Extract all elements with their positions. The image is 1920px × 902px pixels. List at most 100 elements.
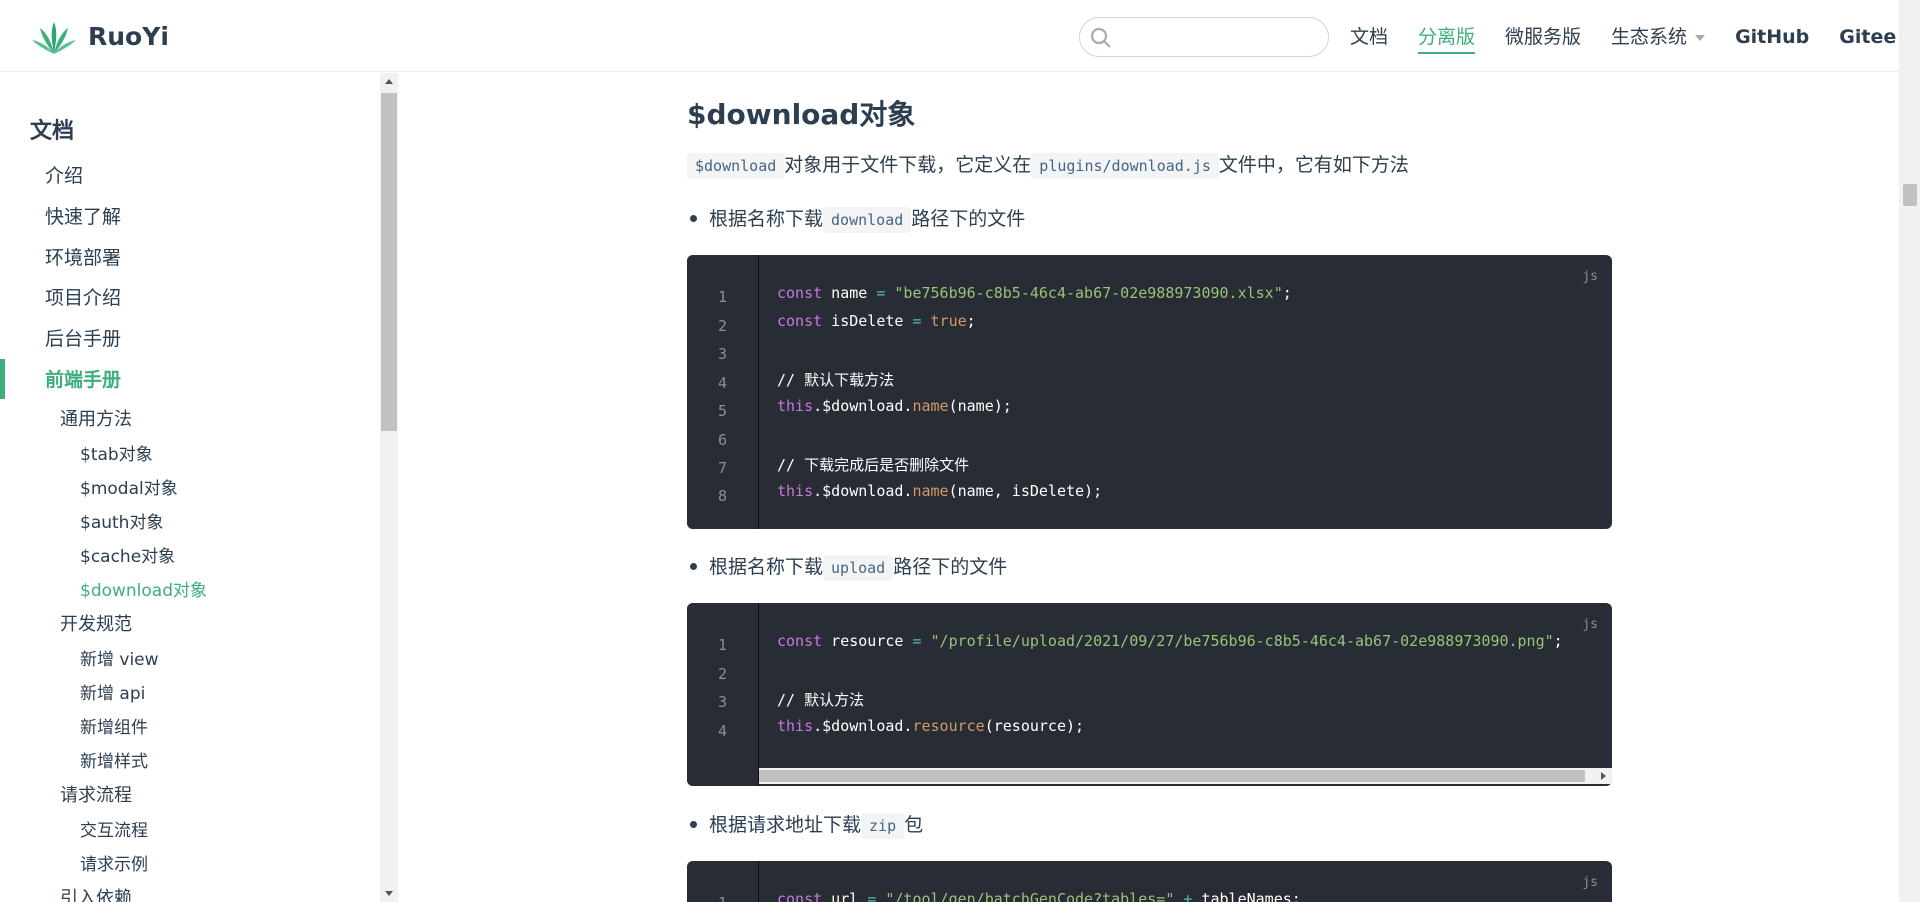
line-number: 3 xyxy=(717,693,727,711)
line-number-gutter: 1 2 3 4 5 6 7 8 xyxy=(687,255,759,529)
sidebar-item-request-flow[interactable]: 请求流程 xyxy=(60,781,132,807)
function: name xyxy=(912,482,949,500)
sidebar-item-auth-object[interactable]: $auth对象 xyxy=(80,508,163,533)
identifier: name xyxy=(822,284,877,302)
bullet-zip-download: 根据请求地址下载 zip 包 xyxy=(687,810,924,839)
code-block[interactable]: 1 2 3 4 5 6 7 8 js const name = "be756b9… xyxy=(687,255,1612,529)
sidebar-item-import-deps[interactable]: 引入依赖 xyxy=(60,884,132,902)
sidebar-item-download-object[interactable]: $download对象 xyxy=(80,576,207,601)
code-line: const isDelete = true; xyxy=(777,312,976,330)
page-title: $download对象 xyxy=(687,98,916,131)
nav-gitee[interactable]: Gitee xyxy=(1839,24,1896,52)
intro-text: 对象用于文件下载，它定义在 xyxy=(784,154,1032,176)
search-icon xyxy=(1090,27,1111,48)
code-scroll-thumb[interactable] xyxy=(759,770,1585,782)
args: (name, isDelete); xyxy=(948,482,1103,500)
bullet-text: 包 xyxy=(904,814,924,836)
sidebar-item-project-intro[interactable]: 项目介绍 xyxy=(45,283,121,310)
ruoyi-logo-icon[interactable] xyxy=(30,20,78,56)
sidebar-item-intro[interactable]: 介绍 xyxy=(45,161,83,188)
code-line: const resource = "/profile/upload/2021/0… xyxy=(777,632,1563,650)
page-scroll-thumb[interactable] xyxy=(1903,184,1917,206)
keyword: const xyxy=(777,890,823,902)
identifier: tableNames; xyxy=(1192,890,1301,902)
sidebar-item-dev-standards[interactable]: 开发规范 xyxy=(60,610,132,636)
line-number: 4 xyxy=(717,722,727,740)
args: (name); xyxy=(948,397,1012,415)
scroll-right-arrow-icon[interactable] xyxy=(1601,772,1606,780)
line-number: 2 xyxy=(717,665,727,683)
sidebar-scrollbar[interactable] xyxy=(380,73,398,902)
line-number: 1 xyxy=(717,288,727,306)
sidebar-scroll-thumb[interactable] xyxy=(381,93,397,431)
sidebar-item-new-view[interactable]: 新增 view xyxy=(80,645,159,670)
sidebar-item-cache-object[interactable]: $cache对象 xyxy=(80,542,175,567)
nav-microservice-edition[interactable]: 微服务版 xyxy=(1505,24,1581,52)
function: resource xyxy=(912,717,985,735)
line-number-gutter: 1 xyxy=(687,861,759,902)
bullet-text: 根据请求地址下载 xyxy=(709,814,862,836)
punct: ; xyxy=(1282,284,1292,302)
sidebar-item-common-methods[interactable]: 通用方法 xyxy=(60,405,132,431)
operator: + xyxy=(1174,890,1193,902)
line-number: 2 xyxy=(717,317,727,335)
sidebar-item-quick-start[interactable]: 快速了解 xyxy=(45,202,121,229)
keyword: this xyxy=(777,482,814,500)
string: "/tool/gen/batchGenCode?tables=" xyxy=(876,890,1175,902)
bullet-upload-by-name: 根据名称下载 upload 路径下的文件 xyxy=(687,552,1008,581)
nav-separated-edition[interactable]: 分离版 xyxy=(1418,24,1476,54)
sidebar-item-interaction-flow[interactable]: 交互流程 xyxy=(80,816,148,841)
nav-ecosystem[interactable]: 生态系统 xyxy=(1611,24,1706,52)
sidebar-item-tab-object[interactable]: $tab对象 xyxy=(80,440,153,465)
bullet-text: 根据名称下载 xyxy=(709,556,824,578)
nav-github[interactable]: GitHub xyxy=(1735,24,1809,52)
line-number: 6 xyxy=(717,431,727,449)
keyword: const xyxy=(777,312,823,330)
active-indicator xyxy=(0,359,5,399)
sidebar-item-backend-manual[interactable]: 后台手册 xyxy=(45,324,121,351)
code-comment: // 下载完成后是否删除文件 xyxy=(777,456,970,474)
navbar: RuoYi 文档 分离版 微服务版 生态系统 GitHub Gitee xyxy=(0,0,1899,72)
site-name[interactable]: RuoYi xyxy=(88,22,169,51)
bullet-text: 路径下的文件 xyxy=(893,556,1008,578)
inline-code: upload xyxy=(823,555,894,581)
bullet-text: 路径下的文件 xyxy=(911,208,1026,230)
string: "be756b96-c8b5-46c4-ab67-02e988973090.xl… xyxy=(885,284,1283,302)
bullet-dot-icon xyxy=(690,562,697,570)
nav-ecosystem-label: 生态系统 xyxy=(1611,26,1688,48)
sidebar-item-env-deploy[interactable]: 环境部署 xyxy=(45,243,121,270)
line-number: 4 xyxy=(717,374,727,392)
code-comment: // 默认方法 xyxy=(777,691,865,709)
nav-docs[interactable]: 文档 xyxy=(1350,24,1388,52)
sidebar: 文档 介绍 快速了解 环境部署 项目介绍 后台手册 前端手册 通用方法 $tab… xyxy=(0,73,380,902)
code-horizontal-scrollbar[interactable] xyxy=(759,768,1612,784)
code-block[interactable]: 1 js const url = "/tool/gen/batchGenCode… xyxy=(687,861,1612,902)
sidebar-item-frontend-manual[interactable]: 前端手册 xyxy=(45,365,121,392)
code-line: const url = "/tool/gen/batchGenCode?tabl… xyxy=(777,890,1301,902)
intro-text: 文件中，它有如下方法 xyxy=(1218,154,1409,176)
boolean: true xyxy=(921,312,967,330)
string: "/profile/upload/2021/09/27/be756b96-c8b… xyxy=(921,632,1554,650)
bullet-text: 根据名称下载 xyxy=(709,208,824,230)
operator: = xyxy=(867,890,877,902)
keyword: this xyxy=(777,717,814,735)
scroll-down-arrow-icon[interactable] xyxy=(385,891,393,896)
sidebar-item-request-example[interactable]: 请求示例 xyxy=(80,850,148,875)
code-line: this.$download.resource(resource); xyxy=(777,717,1084,735)
line-number-gutter: 1 2 3 4 xyxy=(687,603,759,786)
intro-paragraph: $download 对象用于文件下载，它定义在 plugins/download.j… xyxy=(687,150,1409,179)
line-number: 1 xyxy=(717,636,727,654)
keyword: const xyxy=(777,284,823,302)
page-scrollbar[interactable] xyxy=(1899,0,1920,902)
search-box[interactable] xyxy=(1079,17,1329,57)
identifier: .$download. xyxy=(813,482,913,500)
search-input[interactable] xyxy=(1118,24,1322,52)
scroll-up-arrow-icon[interactable] xyxy=(385,79,393,84)
sidebar-item-new-component[interactable]: 新增组件 xyxy=(80,713,148,738)
sidebar-item-new-api[interactable]: 新增 api xyxy=(80,679,145,704)
code-block[interactable]: 1 2 3 4 js const resource = "/profile/up… xyxy=(687,603,1612,786)
identifier: .$download. xyxy=(813,397,913,415)
code-line: this.$download.name(name, isDelete); xyxy=(777,482,1102,500)
sidebar-item-new-style[interactable]: 新增样式 xyxy=(80,747,148,772)
sidebar-item-modal-object[interactable]: $modal对象 xyxy=(80,474,178,499)
